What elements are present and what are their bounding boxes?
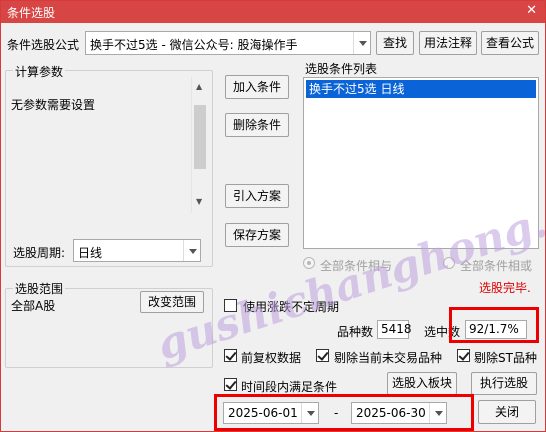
period-select[interactable]: 日线: [73, 239, 201, 262]
exclude-st-label: 剔除ST品种: [474, 351, 537, 365]
chevron-down-icon[interactable]: [183, 240, 200, 261]
adjust-label: 前复权数据: [241, 351, 302, 365]
change-scope-button[interactable]: 改变范围: [140, 291, 204, 313]
import-scheme-button[interactable]: 引入方案: [225, 184, 289, 208]
close-button[interactable]: 关闭: [478, 400, 536, 424]
params-group-label: 计算参数: [13, 63, 66, 80]
close-icon[interactable]: ✕: [526, 3, 537, 18]
to-block-button[interactable]: 选股入板块: [387, 372, 457, 395]
use-period-checkbox[interactable]: [224, 299, 237, 312]
exclude-st-checkbox[interactable]: [457, 349, 470, 362]
view-formula-button[interactable]: 查看公式: [481, 31, 539, 55]
time-range-checkbox[interactable]: [224, 378, 237, 391]
scroll-up-icon[interactable]: ▲: [196, 82, 202, 91]
radio-all-or[interactable]: [443, 257, 455, 269]
title-bar[interactable]: 条件选股 ✕: [1, 1, 545, 23]
chevron-down-icon[interactable]: [353, 32, 370, 54]
radio-all-or-label: 全部条件相或: [460, 259, 533, 273]
save-scheme-button[interactable]: 保存方案: [225, 223, 289, 247]
formula-select-value: 换手不过5选 - 微信公众号: 股海操作手: [90, 38, 298, 52]
delete-condition-button[interactable]: 删除条件: [225, 113, 289, 137]
condition-list-item[interactable]: 换手不过5选 日线: [306, 80, 536, 98]
time-range-label: 时间段内满足条件: [241, 380, 338, 394]
radio-all-and[interactable]: [303, 257, 315, 269]
window-title: 条件选股: [7, 6, 56, 20]
count-label: 品种数: [337, 325, 374, 339]
use-period-label: 使用涨跌不定周期: [243, 300, 340, 314]
condition-list[interactable]: 换手不过5选 日线: [303, 77, 539, 249]
params-scrollbar[interactable]: ▲ ▼: [191, 77, 208, 213]
params-text: 无参数需要设置: [11, 98, 96, 112]
formula-select[interactable]: 换手不过5选 - 微信公众号: 股海操作手: [85, 31, 371, 55]
scope-value: 全部A股: [11, 299, 56, 313]
usage-notes-button[interactable]: 用法注释: [419, 31, 477, 55]
condition-list-label: 选股条件列表: [305, 62, 378, 76]
status-text: 选股完毕.: [479, 281, 531, 295]
adjust-checkbox[interactable]: [224, 349, 237, 362]
scroll-down-icon[interactable]: ▼: [196, 197, 202, 206]
highlight-box: [449, 307, 539, 343]
period-label: 选股周期:: [13, 246, 66, 260]
scroll-thumb[interactable]: [194, 105, 206, 169]
highlight-box: [214, 394, 474, 431]
add-condition-button[interactable]: 加入条件: [225, 75, 289, 99]
exclude-untraded-checkbox[interactable]: [316, 349, 329, 362]
formula-label: 条件选股公式: [7, 38, 80, 52]
scope-group-label: 选股范围: [13, 280, 66, 297]
condition-stock-picker-window: 条件选股 ✕ 条件选股公式 换手不过5选 - 微信公众号: 股海操作手 查找 用…: [0, 0, 546, 432]
find-button[interactable]: 查找: [376, 31, 414, 55]
period-select-value: 日线: [78, 246, 103, 260]
run-selection-button[interactable]: 执行选股: [471, 372, 537, 395]
radio-all-and-label: 全部条件相与: [320, 259, 393, 273]
count-field: 5418: [377, 320, 412, 339]
exclude-untraded-label: 剔除当前未交易品种: [334, 351, 443, 365]
